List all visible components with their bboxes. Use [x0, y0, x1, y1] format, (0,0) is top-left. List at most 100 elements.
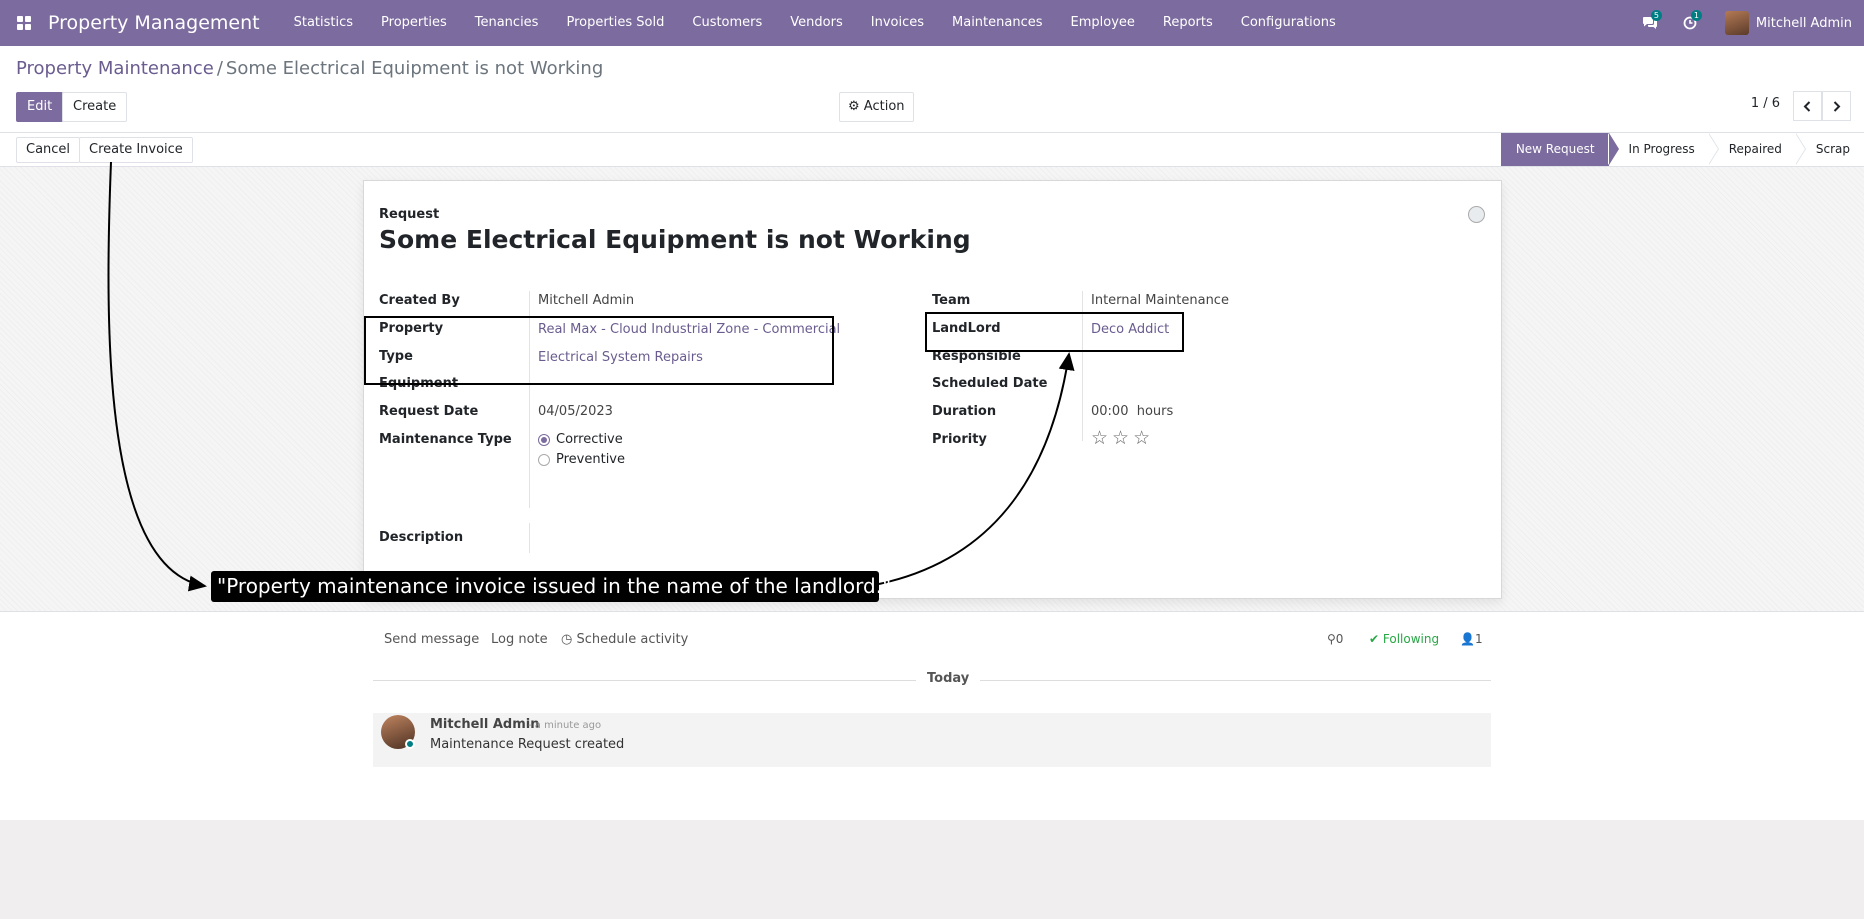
schedule-activity-button[interactable]: ◷ Schedule activity: [561, 632, 688, 647]
breadcrumb-parent[interactable]: Property Maintenance: [16, 58, 214, 79]
cancel-button[interactable]: Cancel: [16, 137, 81, 163]
user-name: Mitchell Admin: [1755, 15, 1852, 31]
status-bar: Cancel Create Invoice New Request In Pro…: [0, 133, 1864, 167]
menu-vendors[interactable]: Vendors: [776, 0, 856, 46]
action-button[interactable]: ⚙ Action: [839, 92, 914, 122]
menu-properties[interactable]: Properties: [367, 0, 461, 46]
activities-badge: 1: [1690, 10, 1702, 21]
navbar-systray: 5 1 Mitchell Admin: [1635, 0, 1852, 46]
request-title[interactable]: Some Electrical Equipment is not Working: [379, 225, 971, 254]
request-date-value[interactable]: 04/05/2023: [538, 404, 613, 419]
apps-menu-icon[interactable]: [0, 0, 48, 46]
scheduled-date-label: Scheduled Date: [932, 376, 1048, 391]
menu-statistics[interactable]: Statistics: [280, 0, 367, 46]
column-divider: [529, 523, 530, 553]
breadcrumb-current: Some Electrical Equipment is not Working: [225, 58, 604, 79]
create-button[interactable]: Create: [62, 92, 128, 122]
chatter-message: Mitchell Admin - a minute ago Maintenanc…: [373, 713, 1491, 767]
schedule-activity-label: Schedule activity: [576, 632, 689, 647]
action-label: Action: [863, 99, 905, 114]
paperclip-icon: ⚲: [1327, 632, 1336, 646]
radio-checked-icon: [538, 433, 550, 446]
message-time: - a minute ago: [528, 720, 602, 731]
pager-value[interactable]: 1 / 6: [1751, 96, 1780, 111]
pager-next-button[interactable]: [1822, 91, 1851, 121]
stage-pipeline: New Request In Progress Repaired Scrap: [1500, 133, 1864, 166]
clock-icon: ◷: [561, 632, 573, 647]
attachments-count: 0: [1335, 632, 1344, 646]
form-sheet: Request Some Electrical Equipment is not…: [363, 180, 1502, 599]
attachments-button[interactable]: ⚲0: [1327, 632, 1343, 646]
messages-badge: 5: [1650, 10, 1662, 21]
duration-unit: hours: [1136, 404, 1174, 419]
menu-properties-sold[interactable]: Properties Sold: [552, 0, 678, 46]
edit-button[interactable]: Edit: [16, 92, 64, 122]
team-label: Team: [932, 293, 971, 308]
created-by-label: Created By: [379, 293, 460, 308]
radio-corrective[interactable]: Corrective: [538, 432, 623, 447]
check-icon: ✔: [1369, 632, 1380, 646]
online-status-icon: [405, 739, 415, 749]
gear-icon: ⚙: [848, 99, 860, 114]
user-menu[interactable]: Mitchell Admin: [1724, 11, 1852, 35]
description-label: Description: [379, 530, 464, 545]
app-brand[interactable]: Property Management: [48, 12, 260, 34]
radio-corrective-label: Corrective: [556, 432, 623, 447]
breadcrumb-separator: /: [216, 58, 223, 79]
radio-unchecked-icon: [538, 453, 550, 466]
chevron-right-icon: [1833, 100, 1841, 112]
message-author[interactable]: Mitchell Admin: [430, 717, 539, 732]
create-invoice-button[interactable]: Create Invoice: [79, 137, 193, 163]
radio-preventive-label: Preventive: [556, 452, 625, 467]
duration-value: 00:00: [1091, 404, 1129, 419]
team-value[interactable]: Internal Maintenance: [1091, 293, 1229, 308]
message-body: Maintenance Request created: [430, 737, 625, 752]
date-separator: Today: [373, 671, 1491, 686]
duration-field[interactable]: 00:00 hours: [1091, 404, 1173, 419]
kanban-state-icon[interactable]: [1468, 206, 1485, 223]
top-navbar: Property Management Statistics Propertie…: [0, 0, 1864, 46]
page-footer-background: [0, 820, 1864, 919]
user-icon: 👤: [1460, 632, 1475, 646]
breadcrumb: Property Maintenance / Some Electrical Equ…: [16, 58, 603, 79]
following-label: Following: [1382, 632, 1440, 646]
highlight-box-property-type: [364, 316, 834, 385]
chatter: Send message Log note ◷ Schedule activit…: [0, 612, 1864, 820]
menu-customers[interactable]: Customers: [678, 0, 776, 46]
stage-in-progress[interactable]: In Progress: [1607, 133, 1709, 166]
annotation-callout: "Property maintenance invoice issued in …: [211, 571, 891, 602]
pager-previous-button[interactable]: [1793, 91, 1822, 121]
star-empty-icon[interactable]: ☆: [1112, 429, 1129, 448]
priority-widget: ☆ ☆ ☆: [1091, 429, 1150, 448]
menu-maintenances[interactable]: Maintenances: [938, 0, 1057, 46]
control-panel: Property Maintenance / Some Electrical Equ…: [0, 46, 1864, 133]
priority-label: Priority: [932, 432, 987, 447]
send-message-button[interactable]: Send message: [384, 632, 479, 647]
stage-repaired[interactable]: Repaired: [1707, 133, 1796, 166]
created-by-value[interactable]: Mitchell Admin: [538, 293, 634, 308]
menu-employee[interactable]: Employee: [1057, 0, 1149, 46]
log-note-button[interactable]: Log note: [491, 632, 548, 647]
activities-icon[interactable]: 1: [1675, 0, 1705, 46]
request-label: Request: [379, 207, 440, 222]
messages-icon[interactable]: 5: [1635, 0, 1665, 46]
maintenance-type-label: Maintenance Type: [379, 432, 512, 447]
menu-tenancies[interactable]: Tenancies: [461, 0, 553, 46]
request-date-label: Request Date: [379, 404, 479, 419]
menu-invoices[interactable]: Invoices: [857, 0, 938, 46]
duration-label: Duration: [932, 404, 997, 419]
star-empty-icon[interactable]: ☆: [1091, 429, 1108, 448]
followers-count: 1: [1474, 632, 1483, 646]
stage-new-request[interactable]: New Request: [1500, 133, 1619, 166]
today-label: Today: [916, 671, 981, 686]
main-menu: Statistics Properties Tenancies Properti…: [280, 0, 1350, 46]
user-avatar: [1724, 11, 1749, 35]
following-button[interactable]: ✔ Following: [1369, 632, 1439, 646]
menu-configurations[interactable]: Configurations: [1227, 0, 1350, 46]
followers-button[interactable]: 👤1: [1460, 632, 1483, 646]
highlight-box-landlord: [925, 312, 1184, 352]
star-empty-icon[interactable]: ☆: [1133, 429, 1150, 448]
menu-reports[interactable]: Reports: [1149, 0, 1227, 46]
stage-scrap[interactable]: Scrap: [1794, 133, 1864, 166]
radio-preventive[interactable]: Preventive: [538, 452, 625, 467]
